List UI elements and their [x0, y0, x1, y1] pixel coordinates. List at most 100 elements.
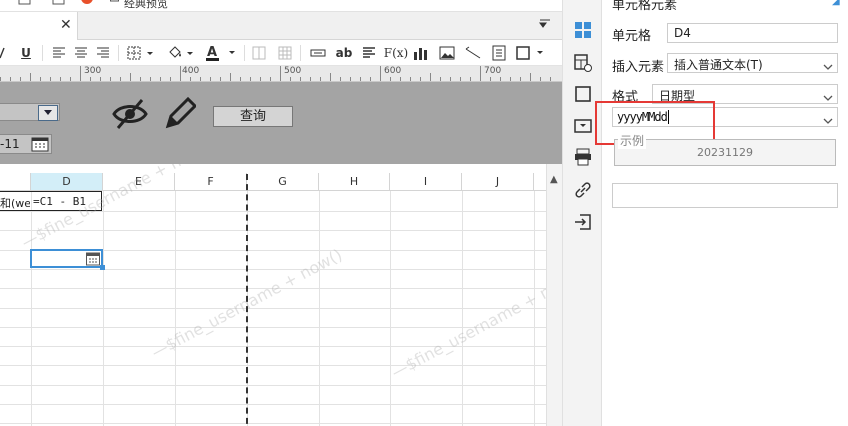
ruler-tick	[430, 73, 431, 81]
ruler-tick	[400, 77, 401, 81]
ruler-tick	[70, 77, 71, 81]
classic-preview-label: 经典预览	[124, 0, 168, 10]
column-header-c[interactable]	[0, 173, 31, 191]
grid-row-line	[0, 385, 546, 386]
ruler-tick	[180, 66, 181, 81]
cell-name-field[interactable]: D4	[667, 23, 838, 43]
ruler-tick	[170, 77, 171, 81]
ruler-label: 400	[182, 66, 200, 76]
fill-color-icon[interactable]	[166, 44, 196, 62]
chart-icon[interactable]	[412, 44, 430, 62]
ruler-tick	[360, 77, 361, 81]
column-header-k[interactable]	[534, 173, 546, 191]
ruler-tick	[30, 73, 31, 81]
ruler-label: 300	[84, 66, 102, 76]
ruler-tick	[390, 77, 391, 81]
separator	[118, 45, 119, 61]
column-header-i[interactable]: I	[390, 173, 462, 191]
preview-icon[interactable]	[18, 0, 32, 10]
font-color-icon[interactable]: A	[204, 44, 238, 62]
border-style-icon[interactable]	[573, 84, 593, 104]
ruler-tick	[20, 77, 21, 81]
ruler-tick	[530, 73, 531, 81]
dropdown-arrow-icon[interactable]	[38, 105, 58, 121]
label-widget-button[interactable]: ab	[334, 44, 354, 62]
ruler-tick	[490, 77, 491, 81]
search-preview-icon[interactable]	[52, 0, 66, 10]
ruler-tick	[90, 77, 91, 81]
align-right-icon[interactable]	[94, 44, 112, 62]
align-left-icon[interactable]	[50, 44, 68, 62]
import-icon[interactable]	[573, 212, 593, 232]
header-top-strip	[0, 164, 546, 173]
ruler-tick	[160, 77, 161, 81]
cell-attribute-icon[interactable]	[573, 53, 593, 73]
insert-element-select[interactable]: 插入普通文本(T)	[667, 53, 838, 73]
ruler-tick	[310, 77, 311, 81]
additional-field[interactable]	[612, 183, 838, 208]
ruler-tick	[520, 77, 521, 81]
format-toolbar: U A ab F(x)	[0, 40, 562, 66]
fill-handle[interactable]	[100, 265, 105, 270]
vertical-scrollbar[interactable]: ▲	[546, 164, 562, 426]
border-icon[interactable]	[126, 44, 156, 62]
tab-bar: ✕	[0, 12, 562, 40]
slash-icon[interactable]	[464, 44, 482, 62]
cell-calendar-icon[interactable]	[86, 252, 100, 269]
image-icon[interactable]	[438, 44, 456, 62]
column-header-g[interactable]: G	[247, 173, 319, 191]
calendar-icon[interactable]	[30, 135, 50, 153]
chevron-down-icon[interactable]	[823, 114, 833, 128]
grid-column-line	[390, 191, 391, 426]
classic-preview-checkbox[interactable]	[110, 0, 120, 10]
example-legend: 示例	[618, 132, 647, 149]
ruler-tick	[250, 77, 251, 81]
italic-icon[interactable]	[0, 44, 6, 62]
horizontal-ruler: 300 400 500 600 700	[0, 66, 562, 82]
query-button[interactable]: 查询	[213, 106, 293, 127]
print-settings-icon[interactable]	[573, 147, 593, 167]
ruler-tick	[320, 77, 321, 81]
hyperlink-icon[interactable]	[573, 180, 593, 200]
ruler-tick	[210, 77, 211, 81]
report-tab[interactable]: ✕	[0, 12, 78, 40]
close-icon[interactable]: ✕	[60, 17, 72, 33]
cell-c1[interactable]: 和(we	[0, 195, 30, 211]
ruler-tick	[410, 77, 411, 81]
formula-button[interactable]: F(x)	[384, 44, 408, 62]
column-header-f[interactable]: F	[175, 173, 247, 191]
align-center-icon[interactable]	[72, 44, 90, 62]
column-header-j[interactable]: J	[462, 173, 534, 191]
ruler-tick	[460, 77, 461, 81]
grid-column-line	[462, 191, 463, 426]
insert-element-value: 插入普通文本(T)	[674, 58, 763, 72]
pencil-icon[interactable]	[164, 96, 198, 133]
ruler-tick	[10, 77, 11, 81]
column-header-d[interactable]: D	[31, 173, 103, 191]
ruler-tick	[380, 66, 381, 81]
text-widget-icon[interactable]	[360, 44, 378, 62]
grid-column-line	[31, 191, 32, 426]
ruler-tick	[480, 66, 481, 81]
frame-icon[interactable]	[514, 44, 548, 62]
grid-column-line	[319, 191, 320, 426]
grid-row-line	[0, 230, 546, 231]
widget-settings-icon[interactable]	[573, 116, 593, 136]
chevron-down-icon	[823, 60, 833, 74]
textfield-widget-icon[interactable]	[308, 44, 328, 62]
scroll-up-icon[interactable]: ▲	[550, 174, 558, 185]
grid-row-line	[0, 269, 546, 270]
grid-row-line	[0, 404, 546, 405]
unmerge-cells-icon	[276, 44, 294, 62]
ruler-tick	[290, 77, 291, 81]
hidden-eye-icon[interactable]	[112, 98, 148, 133]
tab-menu-icon[interactable]	[538, 18, 552, 34]
cell-name-value: D4	[674, 26, 691, 40]
ruler-tick	[260, 77, 261, 81]
underline-button[interactable]: U	[18, 44, 34, 62]
separator	[42, 45, 43, 61]
ruler-tick	[510, 77, 511, 81]
cell-element-icon[interactable]	[573, 20, 593, 40]
sub-report-icon[interactable]	[490, 44, 508, 62]
column-header-h[interactable]: H	[319, 173, 390, 191]
